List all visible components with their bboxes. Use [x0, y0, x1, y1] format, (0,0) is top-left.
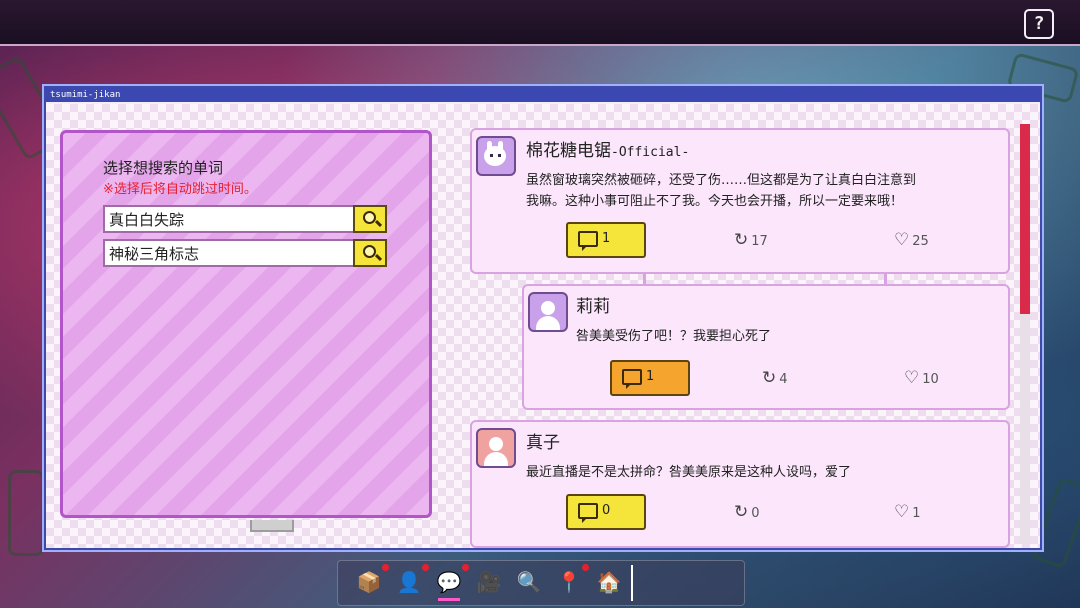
dock-item-map[interactable]: 📍 [554, 564, 589, 597]
notification-badge [462, 564, 469, 571]
app-dock: 📦 👤 💬 🎥 🔍 📍 🏠 [337, 560, 745, 606]
keyword-label: 真白白失踪 [109, 211, 185, 229]
like-count: 1 [912, 506, 921, 521]
heart-icon: ♡ [904, 368, 920, 388]
window-title: tsumimi-jikan [46, 88, 1040, 102]
reply-count: 1 [646, 369, 655, 384]
app-window: tsumimi-jikan 选择想搜索的单词 ※选择后将自动跳过时间。 真白白失… [44, 86, 1042, 550]
dock-item-search[interactable]: 🔍 [514, 567, 544, 597]
comment-icon [622, 369, 642, 389]
repost-button[interactable]: ↻ 0 [734, 502, 760, 522]
post-text-line: 我嘛。这种小事可阻止不了我。今天也会开播，所以一定要来哦！ [526, 194, 904, 209]
post-card: 棉花糖电锯-Official- 虽然窗玻璃突然被砸碎，还受了伤……但这都是为了让… [470, 128, 1010, 274]
comment-icon [578, 231, 598, 251]
dock-separator [631, 565, 633, 601]
repost-icon: ↻ [734, 230, 749, 250]
social-feed-icon: 💬 [436, 570, 462, 594]
repost-count: 17 [751, 234, 768, 249]
window-body: 选择想搜索的单词 ※选择后将自动跳过时间。 真白白失踪 神秘三角标志 棉花糖电锯… [46, 104, 1040, 548]
package-icon: 📦 [356, 570, 382, 594]
repost-button[interactable]: ↻ 17 [734, 230, 768, 250]
notification-badge [422, 564, 429, 571]
social-feed: 棉花糖电锯-Official- 虽然窗玻璃突然被砸碎，还受了伤……但这都是为了让… [470, 128, 1010, 548]
keyword-label: 神秘三角标志 [109, 245, 200, 263]
like-button[interactable]: ♡ 10 [904, 368, 939, 388]
search-note: ※选择后将自动跳过时间。 [103, 182, 257, 197]
scrollbar-thumb[interactable] [1020, 124, 1030, 314]
like-button[interactable]: ♡ 25 [894, 230, 929, 250]
reply-button[interactable]: 1 [610, 360, 690, 396]
chain-decoration [8, 470, 44, 556]
author-name: 莉莉 [576, 297, 610, 317]
author-tag: -Official- [611, 145, 690, 160]
keyword-option-2[interactable]: 神秘三角标志 [103, 239, 387, 267]
notification-badge [382, 564, 389, 571]
post-text: 咎美美受伤了吧！？我要担心死了 [576, 329, 772, 344]
panel-tab-notch [250, 520, 294, 532]
feed-scrollbar[interactable] [1020, 124, 1030, 544]
search-title: 选择想搜索的单词 [103, 159, 224, 177]
post-text-line: 虽然窗玻璃突然被砸碎，还受了伤……但这都是为了让真白白注意到 [526, 173, 917, 188]
dock-item-home[interactable]: 🏠 [594, 567, 624, 597]
post-author: 棉花糖电锯-Official- [526, 136, 689, 161]
repost-icon: ↻ [734, 502, 749, 522]
streaming-icon: 🎥 [476, 570, 502, 594]
repost-count: 4 [779, 372, 788, 387]
keyword-search-button[interactable] [353, 239, 387, 267]
heart-icon: ♡ [894, 502, 910, 522]
home-icon: 🏠 [596, 570, 622, 594]
character-icon: 👤 [396, 570, 422, 594]
repost-count: 0 [751, 506, 760, 521]
like-button[interactable]: ♡ 1 [894, 502, 921, 522]
reply-button[interactable]: 0 [566, 494, 646, 530]
post-card: 莉莉 咎美美受伤了吧！？我要担心死了 1 ↻ 4 ♡ 10 [522, 284, 1010, 410]
keyword-option-1[interactable]: 真白白失踪 [103, 205, 387, 233]
dock-item-streaming[interactable]: 🎥 [474, 567, 504, 597]
avatar [476, 136, 516, 176]
avatar [476, 428, 516, 468]
post-text: 虽然窗玻璃突然被砸碎，还受了伤……但这都是为了让真白白注意到 我嘛。这种小事可阻… [526, 170, 916, 212]
keyword-search-panel: 选择想搜索的单词 ※选择后将自动跳过时间。 真白白失踪 神秘三角标志 [60, 130, 432, 518]
author-name: 棉花糖电锯 [526, 141, 611, 161]
like-count: 25 [912, 234, 929, 249]
repost-button[interactable]: ↻ 4 [762, 368, 788, 388]
post-text: 最近直播是不是太拼命？咎美美原来是这种人设吗，爱了 [526, 465, 852, 480]
active-indicator [438, 598, 460, 601]
post-card: 真子 最近直播是不是太拼命？咎美美原来是这种人设吗，爱了 0 ↻ 0 ♡ 1 [470, 420, 1010, 548]
comment-icon [578, 503, 598, 523]
repost-icon: ↻ [762, 368, 777, 388]
like-count: 10 [922, 372, 939, 387]
help-button[interactable]: ? [1024, 9, 1054, 39]
reply-count: 0 [602, 503, 611, 518]
keyword-search-button[interactable] [353, 205, 387, 233]
search-icon: 🔍 [516, 570, 542, 594]
dock-item-character[interactable]: 👤 [394, 564, 429, 597]
notification-badge [582, 564, 589, 571]
dock-item-package[interactable]: 📦 [354, 564, 389, 597]
author-name: 真子 [526, 433, 560, 453]
reply-button[interactable]: 1 [566, 222, 646, 258]
dock-item-social-feed[interactable]: 💬 [434, 564, 469, 601]
avatar [528, 292, 568, 332]
heart-icon: ♡ [894, 230, 910, 250]
top-bar: ? [0, 0, 1080, 46]
map-icon: 📍 [556, 570, 582, 594]
reply-count: 1 [602, 231, 611, 246]
